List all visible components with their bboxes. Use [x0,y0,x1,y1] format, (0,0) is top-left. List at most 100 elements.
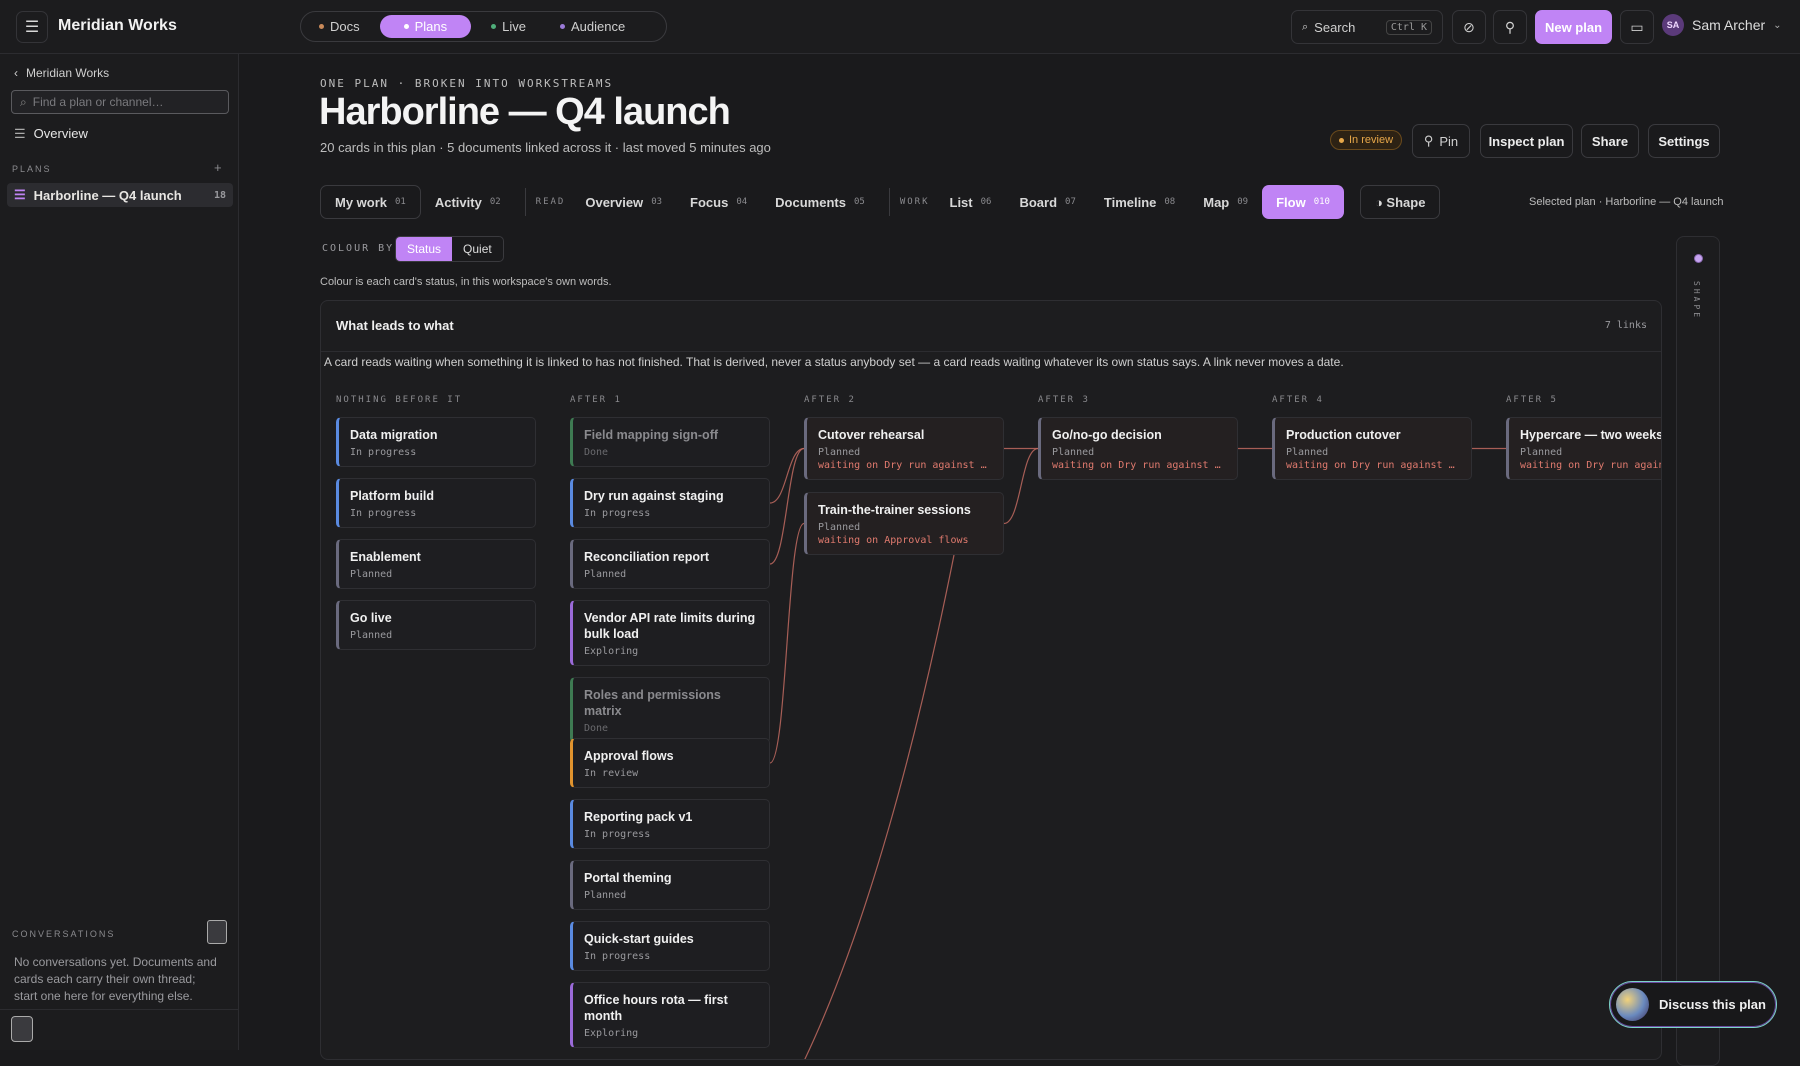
card-title: Cutover rehearsal [818,428,925,442]
settings-button[interactable]: Settings [1648,124,1720,158]
compass-icon[interactable]: ⊘ [1452,10,1486,44]
status-label: In review [1349,134,1394,146]
flow-card[interactable]: Platform build In progress [336,478,536,528]
tab-docs[interactable]: Docs [305,15,374,38]
conversations-empty-text: No conversations yet. Documents and card… [14,955,217,1003]
flow-card[interactable]: Production cutover Planned waiting on Dry … [1272,417,1472,480]
flow-card[interactable]: Cutover rehearsal Planned waiting on Dry r… [804,417,1004,480]
column-heading: AFTER 2 [804,395,856,405]
tab-plans[interactable]: Plans [379,15,472,38]
card-status: Planned [350,630,393,641]
tab-documents[interactable]: Documents 05 [761,185,879,219]
tab-activity[interactable]: Activity 02 [421,185,515,219]
flow-card[interactable]: Train-the-trainer sessions Planned waiting… [804,492,1004,555]
new-conversation-icon[interactable] [207,920,227,944]
shape-button[interactable]: ◑ Shape [1359,185,1441,219]
sidebar-item-overview[interactable]: ☰ Overview [14,126,88,142]
pin-icon: ⚲ [1423,133,1434,148]
card-title: Dry run against staging [584,489,724,503]
shape-rail[interactable]: SHAPE [1676,236,1720,1066]
avatar: SA [1662,14,1684,36]
chevron-down-icon: ⌄ [1773,19,1782,31]
add-plan-icon[interactable]: + [214,160,222,175]
card-title: Production cutover [1286,428,1401,442]
tab-list[interactable]: List 06 [936,185,1006,219]
card-title: Go live [350,611,392,625]
tab-number: 09 [1237,197,1249,207]
tab-board[interactable]: Board 07 [1005,185,1089,219]
share-button[interactable]: Share [1581,124,1639,158]
menu-icon[interactable]: ☰ [16,11,48,43]
search-shortcut: Ctrl K [1385,19,1432,35]
status-badge: In review [1330,130,1403,150]
card-status: In progress [584,508,651,519]
card-status: Planned [350,569,393,580]
dependency-link [804,554,955,1059]
search-button[interactable]: ⌕ Search Ctrl K [1291,10,1443,44]
tab-number: 03 [651,197,663,207]
column-heading: AFTER 5 [1506,395,1558,405]
card-status: Done [584,723,609,734]
card-status: Planned [584,890,627,901]
chat-icon[interactable]: ▭ [1620,10,1654,44]
assistant-orb-icon [1616,988,1649,1021]
tab-number: 08 [1164,197,1176,207]
tab-label: Flow [1276,194,1306,210]
discuss-plan-button[interactable]: Discuss this plan [1609,981,1777,1028]
card-status: In progress [350,508,417,519]
pin-icon[interactable]: ⚲ [1493,10,1527,44]
flow-card[interactable]: Reporting pack v1 In progress [570,799,770,849]
card-status: Planned [1052,447,1095,458]
flow-card[interactable]: Vendor API rate limits during bulk load E… [570,600,770,666]
flow-card[interactable]: Dry run against staging In progress [570,478,770,528]
tab-number: 07 [1065,197,1076,207]
back-link[interactable]: ‹ Meridian Works [14,66,109,80]
card-status: Planned [818,522,861,533]
pin-button[interactable]: ⚲ Pin [1412,124,1470,158]
search-icon: ⌕ [1302,20,1309,33]
tab-focus[interactable]: Focus 04 [676,185,761,219]
flow-card[interactable]: Office hours rota — first month Exploring [570,982,770,1048]
plan-search-field: ⌕ [11,90,229,114]
tab-label: Overview [585,194,644,210]
flow-card[interactable]: Field mapping sign-off Done [570,417,770,467]
flow-card[interactable]: Data migration In progress [336,417,536,467]
colour-status-option[interactable]: Status [396,237,453,261]
tab-live[interactable]: Live [477,15,540,38]
flow-card[interactable]: Roles and permissions matrix Done [570,677,770,743]
sidebar-toggle-icon[interactable] [11,1016,33,1042]
card-status: Planned [584,569,627,580]
tab-number: 01 [395,197,406,207]
new-plan-button[interactable]: New plan [1535,10,1612,44]
colour-by-toggle: Status Quiet [395,236,504,262]
tab-timeline[interactable]: Timeline 08 [1090,185,1189,219]
tab-map[interactable]: Map 09 [1189,185,1262,219]
tab-flow[interactable]: Flow 010 [1262,185,1344,219]
tab-label: Timeline [1103,194,1157,210]
card-status: Planned [1520,447,1563,458]
flow-card[interactable]: Hypercare — two weeks Planned waiting on D… [1506,417,1661,480]
workspace-name: Meridian Works [58,17,177,34]
tab-my-work[interactable]: My work 01 [320,185,421,219]
card-status: In progress [584,829,651,840]
status-dot-icon [1339,137,1344,143]
flow-card[interactable]: Go/no-go decision Planned waiting on Dry r… [1038,417,1238,480]
flow-card[interactable]: Reconciliation report Planned [570,539,770,589]
user-menu[interactable]: SA Sam Archer ⌄ [1662,14,1782,36]
flow-card[interactable]: Enablement Planned [336,539,536,589]
flow-card[interactable]: Approval flows In review [570,738,770,788]
flow-card[interactable]: Portal theming Planned [570,860,770,910]
flow-canvas: NOTHING BEFORE IT Data migration In progre… [321,301,1661,1059]
sidebar-item-plan[interactable]: ☰ Harborline — Q4 launch 18 [7,183,233,207]
card-status: In progress [350,447,417,458]
flow-card[interactable]: Quick-start guides In progress [570,921,770,971]
tab-audience[interactable]: Audience [546,15,639,38]
flow-card[interactable]: Go live Planned [336,600,536,650]
colour-quiet-option[interactable]: Quiet [452,237,503,261]
plan-search-input[interactable] [32,95,213,109]
tab-label: My work [335,194,388,210]
tab-overview[interactable]: Overview 03 [571,185,676,219]
inspect-plan-button[interactable]: Inspect plan [1480,124,1573,158]
card-waiting-note: waiting on Dry run against staging [818,460,992,471]
card-title: Approval flows [584,749,674,763]
